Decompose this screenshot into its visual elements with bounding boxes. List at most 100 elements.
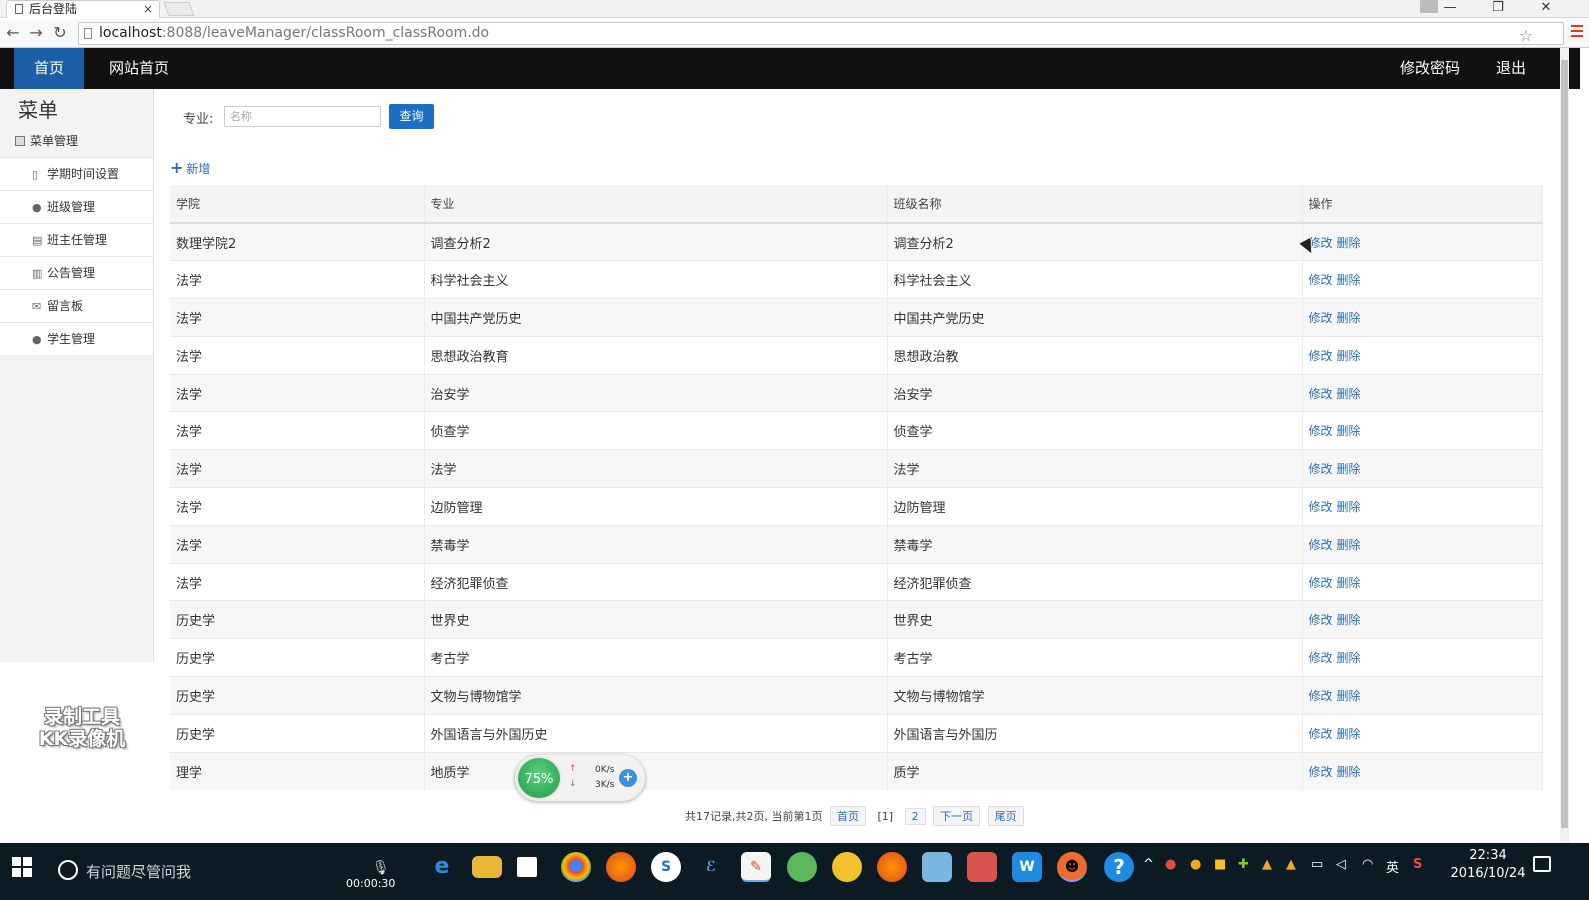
edit-link[interactable]: 修改 — [1309, 349, 1333, 363]
sidebar-item-messageboard[interactable]: ✉ 留言板 — [0, 289, 153, 322]
nav-home[interactable]: 首页 — [14, 48, 84, 89]
edit-link[interactable]: 修改 — [1309, 613, 1333, 627]
store-icon[interactable] — [517, 857, 537, 877]
pager-first[interactable]: 首页 — [829, 806, 866, 826]
edit-link[interactable]: 修改 — [1309, 500, 1333, 514]
delete-link[interactable]: 删除 — [1337, 349, 1361, 363]
tray-ime-icon[interactable]: ▲ — [1262, 857, 1272, 872]
eclipse-icon[interactable]: ℰ — [696, 852, 726, 882]
word-icon[interactable]: W — [1012, 852, 1042, 882]
pager-page-2[interactable]: 2 — [904, 808, 926, 825]
delete-link[interactable]: 删除 — [1337, 236, 1361, 250]
tray-plus-icon[interactable]: ✚ — [1238, 857, 1249, 872]
delete-link[interactable]: 删除 — [1337, 689, 1361, 703]
url-path: :8088/leaveManager/classRoom_classRoom.d… — [161, 25, 490, 41]
recorder-app-icon[interactable]: ☻ — [1057, 852, 1087, 882]
help-icon[interactable]: ? — [1104, 852, 1134, 882]
tray-expand-icon[interactable]: ^ — [1143, 857, 1154, 872]
delete-link[interactable]: 删除 — [1337, 576, 1361, 590]
taskbar-clock[interactable]: 22:34 2016/10/24 — [1448, 847, 1528, 883]
notification-center-icon[interactable] — [1533, 856, 1551, 872]
new-tab-button[interactable] — [163, 2, 195, 16]
sidebar-item-class[interactable]: ● 班级管理 — [0, 190, 153, 223]
major-search-input[interactable] — [224, 106, 381, 127]
tray-folder-icon[interactable]: ■ — [1214, 857, 1226, 872]
close-window-button[interactable]: ✕ — [1531, 0, 1561, 18]
edit-link[interactable]: 修改 — [1309, 765, 1333, 779]
scrollbar-thumb[interactable] — [1561, 60, 1568, 828]
edit-link[interactable]: 修改 — [1309, 651, 1333, 665]
edit-link[interactable]: 修改 — [1309, 462, 1333, 476]
firefox-icon[interactable] — [606, 852, 636, 882]
nav-change-password[interactable]: 修改密码 — [1382, 48, 1478, 89]
edit-link[interactable]: 修改 — [1309, 538, 1333, 552]
major-label: 专业: — [183, 112, 214, 127]
page-scrollbar[interactable] — [1560, 48, 1569, 843]
file-explorer-icon[interactable] — [472, 856, 502, 878]
edit-link[interactable]: 修改 — [1309, 311, 1333, 325]
delete-link[interactable]: 删除 — [1337, 462, 1361, 476]
edit-link[interactable]: 修改 — [1309, 689, 1333, 703]
paint-icon[interactable]: ✎ — [741, 852, 771, 882]
nav-site-home[interactable]: 网站首页 — [91, 48, 187, 89]
battery-icon[interactable]: ▭ — [1311, 857, 1323, 872]
firefox-icon-2[interactable] — [877, 852, 907, 882]
cell-class-name: 治安学 — [887, 373, 1303, 412]
delete-link[interactable]: 删除 — [1337, 387, 1361, 401]
delete-link[interactable]: 删除 — [1337, 538, 1361, 552]
delete-link[interactable]: 删除 — [1337, 765, 1361, 779]
cell-class-name: 边防管理 — [887, 487, 1303, 526]
reload-icon[interactable]: ↻ — [50, 23, 70, 42]
delete-link[interactable]: 删除 — [1337, 273, 1361, 287]
bookmark-star-icon[interactable]: ☆ — [1519, 25, 1533, 46]
delete-link[interactable]: 删除 — [1337, 651, 1361, 665]
microphone-icon[interactable]: 🎙 — [372, 860, 390, 876]
tray-app-icon[interactable]: ● — [1190, 857, 1201, 872]
chick-app-icon[interactable] — [832, 852, 862, 882]
pdf-app-icon[interactable] — [967, 852, 997, 882]
delete-link[interactable]: 删除 — [1337, 613, 1361, 627]
sogou-ime-icon[interactable]: S — [1413, 857, 1422, 872]
back-arrow-icon[interactable]: ← — [3, 23, 23, 42]
sidebar-group-menu-manage[interactable]: 菜单管理 — [0, 127, 153, 155]
tray-antivirus-icon[interactable]: ● — [1165, 857, 1176, 872]
chrome-icon[interactable] — [561, 852, 591, 882]
browser-tab[interactable]: 后台登陆 × — [6, 0, 160, 18]
boost-icon[interactable]: + — [619, 769, 637, 787]
notepad-icon[interactable] — [922, 852, 952, 882]
leaf-app-icon[interactable] — [787, 852, 817, 882]
restore-button[interactable]: ❐ — [1483, 0, 1513, 18]
edit-link[interactable]: 修改 — [1309, 424, 1333, 438]
tray-ime2-icon[interactable]: ▲ — [1286, 857, 1296, 872]
sidebar-item-headteacher[interactable]: ▤ 班主任管理 — [0, 223, 153, 256]
edit-link[interactable]: 修改 — [1309, 387, 1333, 401]
edit-link[interactable]: 修改 — [1309, 576, 1333, 590]
volume-icon[interactable]: ◁ — [1336, 857, 1346, 872]
input-language[interactable]: 英 — [1386, 857, 1399, 876]
sidebar-item-semester[interactable]: ▯ 学期时间设置 — [0, 157, 153, 190]
edge-browser-icon[interactable]: e — [427, 852, 457, 882]
nav-logout[interactable]: 退出 — [1478, 48, 1544, 89]
pager-last[interactable]: 尾页 — [987, 806, 1024, 826]
wifi-icon[interactable]: ◠ — [1362, 857, 1373, 872]
browser-menu-icon[interactable] — [1571, 25, 1583, 37]
query-button[interactable]: 查询 — [389, 104, 434, 129]
close-tab-icon[interactable]: × — [143, 1, 153, 17]
edit-link[interactable]: 修改 — [1309, 727, 1333, 741]
network-speed-widget[interactable]: 75% ↑ ↓ 0K/s 3K/s + — [515, 755, 645, 801]
pager-next[interactable]: 下一页 — [933, 806, 981, 826]
minimize-button[interactable]: — — [1435, 0, 1465, 18]
edit-link[interactable]: 修改 — [1309, 273, 1333, 287]
add-new-link[interactable]: + 新增 — [170, 158, 210, 177]
cortana-search-box[interactable]: 有问题尽管问我 🎙 — [52, 850, 392, 892]
windows-start-icon[interactable] — [12, 857, 32, 877]
sogou-browser-icon[interactable]: S — [651, 852, 681, 882]
delete-link[interactable]: 删除 — [1337, 500, 1361, 514]
delete-link[interactable]: 删除 — [1337, 727, 1361, 741]
url-field[interactable]: localhost:8088/leaveManager/classRoom_cl… — [78, 22, 1564, 45]
forward-arrow-icon[interactable]: → — [26, 23, 46, 42]
sidebar-item-notice[interactable]: ▥ 公告管理 — [0, 256, 153, 289]
delete-link[interactable]: 删除 — [1337, 424, 1361, 438]
delete-link[interactable]: 删除 — [1337, 311, 1361, 325]
sidebar-item-student[interactable]: ● 学生管理 — [0, 322, 153, 355]
